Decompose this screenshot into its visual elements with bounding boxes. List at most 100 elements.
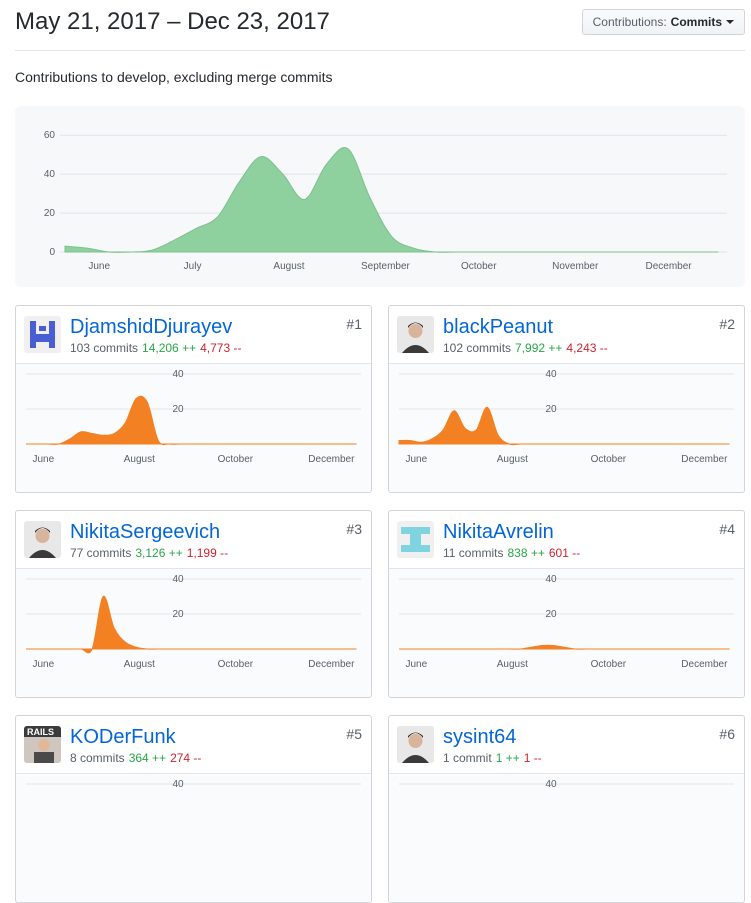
contributor-chart: 20 40 June August October December: [389, 363, 744, 492]
contributor-chart-y-tick-label: 40: [172, 574, 184, 585]
contributor-chart-y-tick-label: 20: [172, 404, 184, 415]
contributor-card: RAILS KODerFunk 8 commits 364 ++ 274 -- #5 40: [15, 715, 372, 903]
avatar[interactable]: [397, 726, 434, 763]
contributor-chart-area-series: [25, 595, 357, 654]
contributor-chart-x-tick-label: October: [218, 659, 254, 670]
contributor-stats: 1 commit 1 ++ 1 --: [443, 751, 542, 765]
rank-label: #1: [346, 316, 362, 332]
rank-label: #6: [719, 726, 735, 742]
contributor-chart-svg: 40: [26, 779, 361, 790]
additions-count: 3,126 ++: [135, 546, 183, 560]
contributor-chart-y-tick-label: 20: [545, 404, 557, 415]
contributor-chart-x-tick-label: August: [124, 659, 155, 670]
main-contributions-chart: 0 20 40 60 June July August September October Nov…: [15, 106, 745, 287]
contributor-login-link[interactable]: NikitaAvrelin: [443, 521, 554, 544]
contributor-card: NikitaAvrelin 11 commits 838 ++ 601 -- #4 20 4…: [388, 510, 745, 698]
contributor-chart: 20 40 June August October December: [16, 568, 371, 697]
contributor-chart-x-tick-label: June: [32, 659, 54, 670]
contributor-chart-x-tick-label: June: [32, 454, 54, 465]
main-chart-x-tick-label: October: [461, 261, 497, 272]
contributor-chart-x-tick-label: October: [591, 659, 627, 670]
contributor-chart-x-tick-label: December: [308, 659, 355, 670]
contributor-chart-svg: 20 40 June August October December: [25, 369, 361, 465]
main-chart-x-tick-label: July: [184, 261, 202, 272]
additions-count: 7,992 ++: [515, 341, 563, 355]
contributor-chart-x-tick-label: August: [497, 659, 528, 670]
rank-label: #3: [346, 521, 362, 537]
select-value: Commits: [670, 15, 722, 29]
deletions-count: 1,199 --: [186, 546, 229, 560]
contributor-stats: 11 commits 838 ++ 601 --: [443, 546, 580, 560]
contributor-login-link[interactable]: KODerFunk: [70, 726, 176, 749]
contributor-card: NikitaSergeevich 77 commits 3,126 ++ 1,199 …: [15, 510, 372, 698]
contributor-chart-svg: 40: [399, 779, 734, 790]
deletions-count: 274 --: [170, 751, 202, 765]
contributor-chart-area-series: [398, 644, 730, 650]
contributor-chart-y-tick-label: 40: [172, 369, 184, 380]
contributor-chart-svg: 20 40 June August October December: [398, 574, 734, 670]
contributor-header: DjamshidDjurayev 103 commits 14,206 ++ 4,77…: [16, 306, 371, 362]
main-chart-x-tick-label: August: [273, 261, 304, 272]
contributor-stats: 103 commits 14,206 ++ 4,773 --: [70, 341, 241, 355]
main-chart-x-tick-label: December: [645, 261, 692, 272]
deletions-count: 1 --: [523, 751, 542, 765]
avatar[interactable]: [397, 316, 434, 353]
deletions-count: 4,243 --: [566, 341, 608, 355]
contributor-chart-x-tick-label: June: [405, 659, 427, 670]
deletions-count: 601 --: [548, 546, 581, 560]
commit-count: 8 commits: [70, 751, 125, 765]
contributor-chart-y-tick-label: 40: [545, 574, 557, 585]
contributor-header: RAILS KODerFunk 8 commits 364 ++ 274 -- #5: [16, 716, 371, 772]
commit-count: 102 commits: [443, 341, 512, 355]
contributor-chart-x-tick-label: December: [308, 454, 355, 465]
graph-subtitle: Contributions to develop, excluding merg…: [15, 69, 333, 85]
avatar[interactable]: [24, 316, 61, 353]
contributor-chart-area-series: [25, 395, 357, 446]
contributor-chart-x-tick-label: December: [681, 659, 728, 670]
commit-count: 77 commits: [70, 546, 132, 560]
contributor-chart-y-tick-label: 40: [545, 369, 557, 380]
additions-count: 838 ++: [507, 546, 545, 560]
contributor-chart-y-tick-label: 40: [545, 779, 557, 790]
rank-label: #5: [346, 726, 362, 742]
avatar[interactable]: RAILS: [24, 726, 61, 763]
contributor-chart-x-tick-label: December: [681, 454, 728, 465]
contributor-chart: 40: [16, 773, 371, 902]
page-title: May 21, 2017 – Dec 23, 2017: [15, 8, 330, 35]
contributor-login-link[interactable]: blackPeanut: [443, 316, 553, 339]
main-chart-svg: 0 20 40 60 June July August September October Nov…: [44, 130, 727, 272]
svg-text:RAILS: RAILS: [27, 727, 54, 737]
contributor-chart-area-series: [398, 406, 730, 446]
page-header: May 21, 2017 – Dec 23, 2017 Contribution…: [15, 0, 745, 51]
commit-count: 11 commits: [443, 546, 504, 560]
additions-count: 1 ++: [495, 751, 520, 765]
main-chart-y-tick-label: 20: [44, 208, 56, 219]
deletions-count: 4,773 --: [200, 341, 242, 355]
contributor-header: NikitaAvrelin 11 commits 838 ++ 601 -- #4: [389, 511, 744, 567]
avatar[interactable]: [397, 521, 434, 558]
main-chart-y-tick-label: 40: [44, 169, 56, 180]
contributor-header: NikitaSergeevich 77 commits 3,126 ++ 1,199 …: [16, 511, 371, 567]
contributions-select-button[interactable]: Contributions: Commits: [581, 9, 745, 35]
commit-count: 1 commit: [443, 751, 492, 765]
main-chart-x-tick-label: November: [552, 261, 599, 272]
contributor-chart-svg: 20 40 June August October December: [398, 369, 734, 465]
contributor-stats: 8 commits 364 ++ 274 --: [70, 751, 201, 765]
contributor-card: blackPeanut 102 commits 7,992 ++ 4,243 -- #2…: [388, 305, 745, 493]
contributor-stats: 102 commits 7,992 ++ 4,243 --: [443, 341, 608, 355]
contributor-login-link[interactable]: sysint64: [443, 726, 516, 749]
select-label: Contributions:: [592, 15, 667, 29]
caret-down-icon: [726, 20, 734, 24]
contributor-login-link[interactable]: NikitaSergeevich: [70, 521, 220, 544]
main-chart-area-series: [64, 147, 719, 253]
main-chart-y-tick-label: 60: [44, 130, 56, 141]
contributor-header: sysint64 1 commit 1 ++ 1 -- #6: [389, 716, 744, 772]
contributor-login-link[interactable]: DjamshidDjurayev: [70, 316, 232, 339]
main-chart-y-tick-label: 0: [49, 247, 55, 258]
avatar[interactable]: [24, 521, 61, 558]
contributor-card: DjamshidDjurayev 103 commits 14,206 ++ 4,77…: [15, 305, 372, 493]
contributor-chart-y-tick-label: 20: [172, 609, 184, 620]
contributor-stats: 77 commits 3,126 ++ 1,199 --: [70, 546, 228, 560]
contributor-chart-x-tick-label: October: [591, 454, 627, 465]
contributor-chart-y-tick-label: 40: [172, 779, 184, 790]
